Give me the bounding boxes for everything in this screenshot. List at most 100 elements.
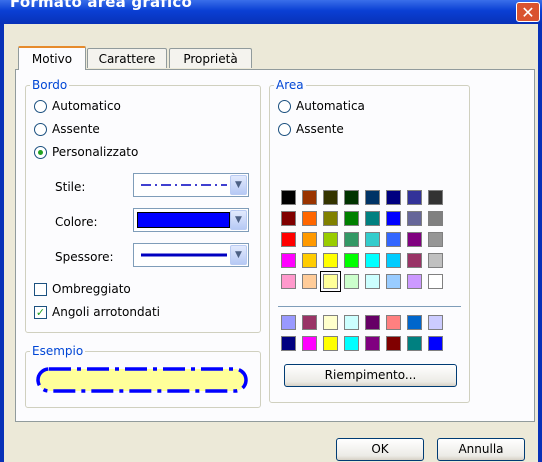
color-swatch[interactable] — [302, 274, 317, 289]
color-swatch[interactable] — [344, 211, 359, 226]
color-swatch[interactable] — [302, 336, 317, 351]
dash-dot-line-icon — [141, 184, 227, 186]
color-swatch[interactable] — [344, 253, 359, 268]
checkbox-label: Ombreggiato — [52, 282, 131, 296]
radio-label: Automatico — [52, 99, 121, 113]
color-swatch[interactable] — [386, 253, 401, 268]
color-swatch[interactable] — [281, 211, 296, 226]
close-button[interactable]: ✕ — [516, 2, 540, 22]
color-swatch[interactable] — [386, 190, 401, 205]
radio-circle — [278, 122, 291, 136]
close-icon: ✕ — [521, 3, 535, 22]
color-swatch[interactable] — [302, 211, 317, 226]
color-swatch[interactable] — [323, 315, 338, 330]
angoli-checkbox[interactable]: ✓ Angoli arrotondati — [34, 303, 160, 321]
color-swatch[interactable] — [365, 253, 380, 268]
radio-personalizzato[interactable]: Personalizzato — [34, 143, 138, 161]
tab-carattere[interactable]: Carattere — [87, 48, 167, 68]
checkbox-box — [34, 282, 47, 296]
esempio-group: Esempio — [25, 343, 261, 408]
color-swatch[interactable] — [302, 253, 317, 268]
color-swatch[interactable] — [344, 274, 359, 289]
chevron-down-icon[interactable]: ▼ — [230, 175, 247, 195]
annulla-button[interactable]: Annulla — [437, 438, 525, 461]
color-swatch[interactable] — [407, 232, 422, 247]
color-swatch[interactable] — [386, 315, 401, 330]
color-swatch[interactable] — [281, 232, 296, 247]
color-swatch[interactable] — [365, 274, 380, 289]
color-swatch[interactable] — [407, 253, 422, 268]
color-swatch[interactable] — [320, 271, 341, 292]
spessore-label: Spessore: — [55, 250, 114, 264]
color-swatch[interactable] — [302, 315, 317, 330]
ombreggiato-checkbox[interactable]: Ombreggiato — [34, 280, 131, 298]
tab-proprieta[interactable]: Proprietà — [169, 48, 252, 68]
tab-motivo[interactable]: Motivo — [18, 46, 86, 70]
thick-line-icon — [141, 253, 227, 257]
color-swatch[interactable] — [281, 315, 296, 330]
radio-automatico[interactable]: Automatico — [34, 97, 121, 115]
color-swatch[interactable] — [428, 253, 443, 268]
color-swatch[interactable] — [302, 190, 317, 205]
color-swatch[interactable] — [428, 190, 443, 205]
color-swatch[interactable] — [386, 232, 401, 247]
color-swatch[interactable] — [281, 274, 296, 289]
color-swatch[interactable] — [407, 274, 422, 289]
radio-automatica[interactable]: Automatica — [278, 97, 365, 115]
stile-label: Stile: — [55, 180, 86, 194]
bordo-group: Bordo Automatico Assente Personalizzato … — [25, 77, 261, 333]
color-swatch[interactable] — [407, 190, 422, 205]
color-swatch[interactable] — [365, 315, 380, 330]
color-swatch[interactable] — [323, 232, 338, 247]
color-swatch[interactable] — [365, 190, 380, 205]
spessore-preview — [137, 247, 230, 263]
color-swatch[interactable] — [386, 336, 401, 351]
ok-button[interactable]: OK — [336, 438, 424, 461]
radio-area-assente[interactable]: Assente — [278, 120, 344, 138]
color-swatch[interactable] — [323, 336, 338, 351]
color-swatch[interactable] — [344, 336, 359, 351]
tab-panel: Bordo Automatico Assente Personalizzato … — [15, 69, 535, 422]
color-swatch[interactable] — [365, 336, 380, 351]
color-swatch[interactable] — [428, 336, 443, 351]
riempimento-button[interactable]: Riempimento... — [284, 364, 457, 387]
chevron-down-icon[interactable]: ▼ — [230, 210, 247, 230]
color-swatch[interactable] — [323, 190, 338, 205]
color-swatch[interactable] — [365, 232, 380, 247]
esempio-label: Esempio — [30, 343, 86, 359]
color-swatch[interactable] — [365, 211, 380, 226]
color-swatch[interactable] — [407, 211, 422, 226]
radio-circle — [34, 99, 47, 113]
color-swatch[interactable] — [428, 315, 443, 330]
color-swatch[interactable] — [386, 211, 401, 226]
color-swatch[interactable] — [281, 190, 296, 205]
color-swatch[interactable] — [344, 232, 359, 247]
color-swatch[interactable] — [323, 253, 338, 268]
window-border-right — [538, 24, 542, 462]
chevron-down-icon[interactable]: ▼ — [230, 245, 247, 265]
color-swatch[interactable] — [428, 274, 443, 289]
title-bar: Formato area grafico ✕ — [0, 0, 542, 24]
color-swatch[interactable] — [302, 232, 317, 247]
bordo-label: Bordo — [30, 77, 70, 93]
color-swatch[interactable] — [344, 190, 359, 205]
radio-label: Assente — [52, 122, 100, 136]
dialog-body: Motivo Carattere Proprietà Bordo Automat… — [0, 24, 542, 462]
color-swatch[interactable] — [386, 274, 401, 289]
radio-label: Personalizzato — [52, 145, 139, 159]
color-swatch[interactable] — [407, 315, 422, 330]
stile-combo[interactable]: ▼ — [133, 173, 249, 197]
color-swatch[interactable] — [407, 336, 422, 351]
radio-label: Assente — [296, 122, 344, 136]
check-icon: ✓ — [34, 305, 47, 319]
color-swatch[interactable] — [281, 336, 296, 351]
window-border-left — [0, 24, 4, 462]
color-swatch[interactable] — [344, 315, 359, 330]
spessore-combo[interactable]: ▼ — [133, 243, 249, 267]
color-swatch[interactable] — [323, 211, 338, 226]
radio-assente[interactable]: Assente — [34, 120, 100, 138]
colore-combo[interactable]: ▼ — [133, 208, 249, 232]
color-swatch[interactable] — [281, 253, 296, 268]
color-swatch[interactable] — [428, 211, 443, 226]
color-swatch[interactable] — [428, 232, 443, 247]
